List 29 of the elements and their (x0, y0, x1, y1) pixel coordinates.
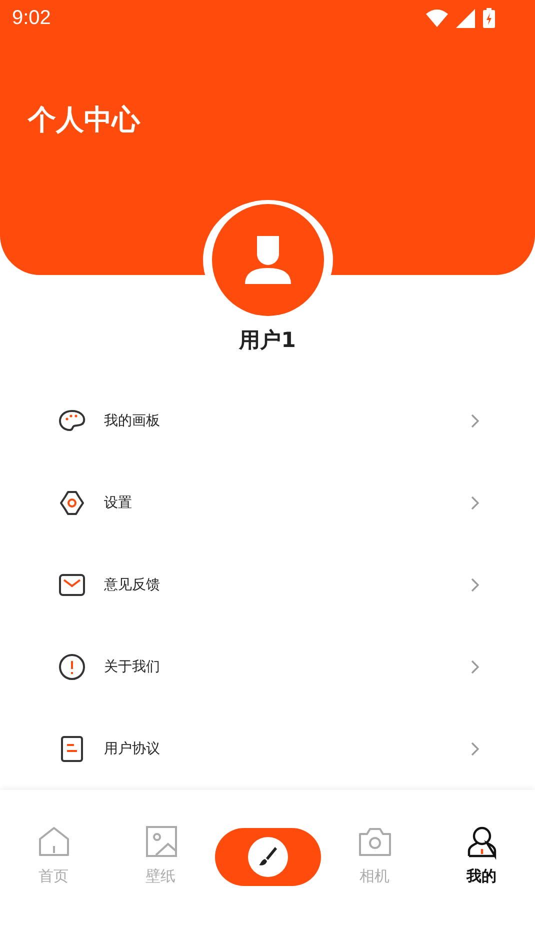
menu-label: 设置 (104, 494, 133, 512)
chevron-right-icon (471, 742, 479, 756)
menu-item[interactable]: 我的画板 (0, 380, 535, 462)
chevron-right-icon (471, 496, 479, 510)
chevron-right-icon (471, 660, 479, 674)
settings-icon (58, 489, 86, 517)
menu-item[interactable]: 用户协议 (0, 708, 535, 790)
status-time: 9:02 (12, 6, 51, 30)
signal-icon (456, 8, 475, 28)
document-icon (58, 735, 86, 763)
menu-label: 用户协议 (104, 740, 161, 758)
menu-label: 关于我们 (104, 658, 161, 676)
nav-tab[interactable]: 我的 (464, 824, 500, 886)
brush-icon (248, 837, 288, 877)
battery-icon (483, 8, 495, 28)
menu-item[interactable]: 设置 (0, 462, 535, 544)
menu-item[interactable]: 意见反馈 (0, 544, 535, 626)
exclamation-circle-icon (58, 653, 86, 681)
envelope-icon (58, 571, 86, 599)
chevron-right-icon (471, 578, 479, 592)
username: 用户1 (239, 328, 296, 352)
draw-button[interactable] (214, 828, 320, 886)
menu-label: 我的画板 (104, 412, 161, 430)
menu-item[interactable]: 关于我们 (0, 626, 535, 708)
menu-label: 意见反馈 (104, 576, 161, 594)
wifi-icon (426, 9, 448, 27)
person-silhouette-icon (242, 234, 292, 286)
page-title: 个人中心 (28, 102, 140, 138)
chevron-right-icon (471, 414, 479, 428)
